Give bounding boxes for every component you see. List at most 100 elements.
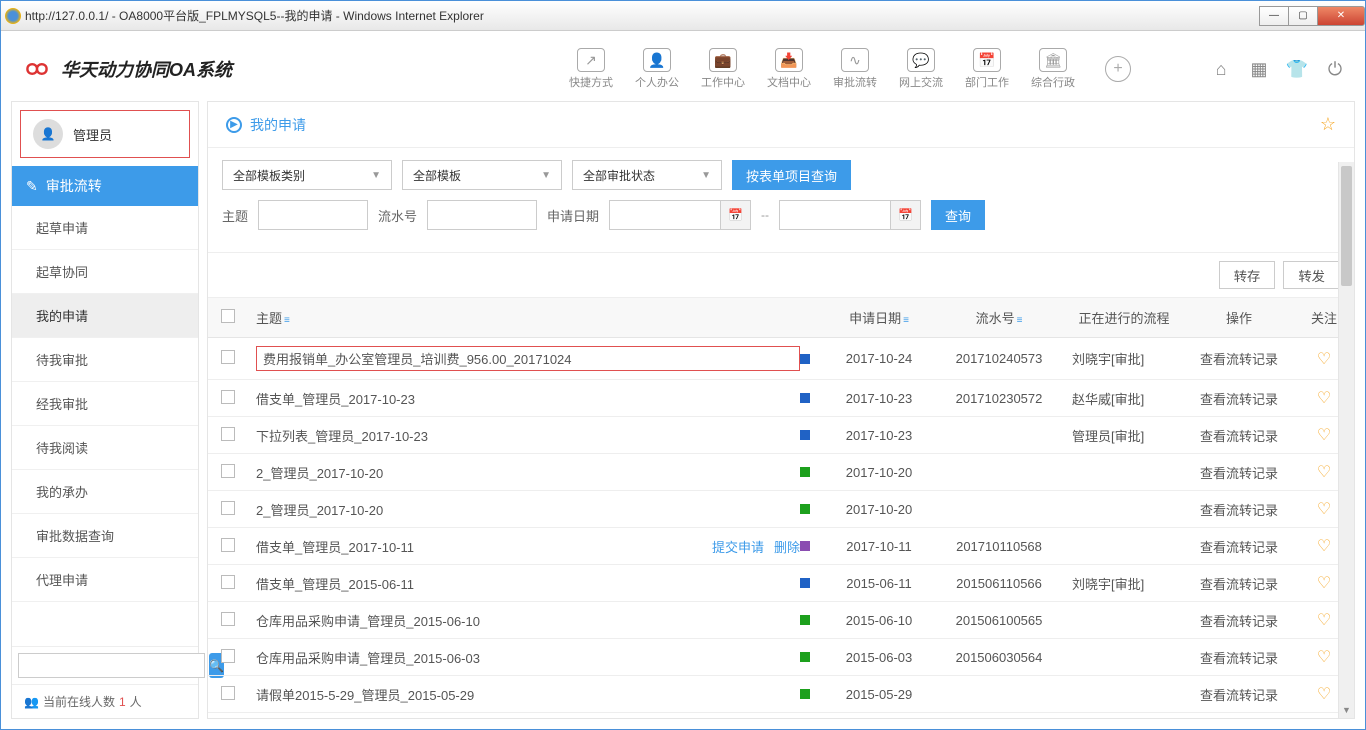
- calendar-icon[interactable]: 📅: [720, 201, 750, 229]
- serial-input[interactable]: [427, 200, 537, 230]
- date-to-input[interactable]: [780, 201, 890, 229]
- approve-status-dropdown[interactable]: 全部审批状态 ▼: [572, 160, 722, 190]
- sidebar-section-header: ✎ 审批流转: [12, 166, 198, 206]
- heart-icon[interactable]: ♡: [1317, 427, 1331, 444]
- user-card[interactable]: 👤 管理员: [20, 110, 190, 158]
- apps-icon[interactable]: ▦: [1249, 59, 1269, 79]
- sidebar-item-3[interactable]: 待我审批: [12, 338, 198, 382]
- subject-link[interactable]: 仓库用品采购申请_管理员_2015-06-03: [256, 648, 800, 667]
- cell-serial: 201710110568: [934, 528, 1064, 565]
- search-button[interactable]: 查询: [931, 200, 985, 230]
- view-history-link[interactable]: 查看流转记录: [1200, 466, 1278, 481]
- nav-item-7[interactable]: 🏛综合行政: [1031, 48, 1075, 90]
- sort-icon[interactable]: ≡: [1017, 315, 1023, 326]
- row-checkbox[interactable]: [221, 427, 235, 441]
- sidebar-item-7[interactable]: 审批数据查询: [12, 514, 198, 558]
- heart-icon[interactable]: ♡: [1317, 464, 1331, 481]
- row-checkbox[interactable]: [221, 575, 235, 589]
- heart-icon[interactable]: ♡: [1317, 575, 1331, 592]
- view-history-link[interactable]: 查看流转记录: [1200, 540, 1278, 555]
- subject-link[interactable]: 2_管理员_2017-10-20: [256, 500, 800, 519]
- view-history-link[interactable]: 查看流转记录: [1200, 651, 1278, 666]
- forward-button[interactable]: 转发: [1283, 261, 1340, 289]
- row-checkbox[interactable]: [221, 649, 235, 663]
- date-from-input[interactable]: [610, 201, 720, 229]
- view-history-link[interactable]: 查看流转记录: [1200, 392, 1278, 407]
- view-history-link[interactable]: 查看流转记录: [1200, 352, 1278, 367]
- sidebar-item-8[interactable]: 代理申请: [12, 558, 198, 602]
- view-history-link[interactable]: 查看流转记录: [1200, 614, 1278, 629]
- row-checkbox[interactable]: [221, 612, 235, 626]
- delete-link[interactable]: 删除: [774, 537, 800, 556]
- topic-input[interactable]: [258, 200, 368, 230]
- view-history-link[interactable]: 查看流转记录: [1200, 577, 1278, 592]
- sidebar-item-4[interactable]: 经我审批: [12, 382, 198, 426]
- row-checkbox[interactable]: [221, 538, 235, 552]
- scrollbar[interactable]: ▲ ▼: [1338, 162, 1354, 718]
- col-date[interactable]: 申请日期: [849, 311, 901, 326]
- subject-link[interactable]: 请假单2015-5-29_管理员_2015-05-29: [256, 685, 800, 704]
- heart-icon[interactable]: ♡: [1317, 351, 1331, 368]
- close-button[interactable]: ✕: [1317, 6, 1365, 26]
- select-all-checkbox[interactable]: [221, 309, 235, 323]
- nav-item-6[interactable]: 📅部门工作: [965, 48, 1009, 90]
- row-checkbox[interactable]: [221, 686, 235, 700]
- heart-icon[interactable]: ♡: [1317, 649, 1331, 666]
- heart-icon[interactable]: ♡: [1317, 686, 1331, 703]
- subject-link[interactable]: 仓库用品采购申请_管理员_2015-06-10: [256, 611, 800, 630]
- heart-icon[interactable]: ♡: [1317, 390, 1331, 407]
- row-checkbox[interactable]: [221, 464, 235, 478]
- sidebar-item-0[interactable]: 起草申请: [12, 206, 198, 250]
- col-serial[interactable]: 流水号: [976, 311, 1015, 326]
- nav-item-1[interactable]: 👤个人办公: [635, 48, 679, 90]
- favorite-icon[interactable]: ☆: [1320, 114, 1336, 135]
- heart-icon[interactable]: ♡: [1317, 501, 1331, 518]
- nav-item-4[interactable]: ∿审批流转: [833, 48, 877, 90]
- minimize-button[interactable]: —: [1259, 6, 1289, 26]
- sidebar-item-1[interactable]: 起草协同: [12, 250, 198, 294]
- calendar-icon[interactable]: 📅: [890, 201, 920, 229]
- sidebar-item-6[interactable]: 我的承办: [12, 470, 198, 514]
- view-history-link[interactable]: 查看流转记录: [1200, 429, 1278, 444]
- resave-button[interactable]: 转存: [1219, 261, 1276, 289]
- nav-item-2[interactable]: 💼工作中心: [701, 48, 745, 90]
- brand-name: 华天动力协同OA系统: [61, 56, 232, 82]
- subject-link[interactable]: 借支单_管理员_2015-06-11: [256, 574, 800, 593]
- scroll-down-icon[interactable]: ▼: [1339, 702, 1354, 718]
- sidebar-item-5[interactable]: 待我阅读: [12, 426, 198, 470]
- status-indicator: [800, 541, 810, 551]
- sort-icon[interactable]: ≡: [284, 315, 290, 326]
- subject-link[interactable]: 借支单_管理员_2017-10-23: [256, 389, 800, 408]
- nav-item-0[interactable]: ↗快捷方式: [569, 48, 613, 90]
- table-row: 下拉列表_管理员_2017-10-232017-10-23管理员[审批]查看流转…: [208, 417, 1354, 454]
- subject-link[interactable]: 下拉列表_管理员_2017-10-23: [256, 426, 800, 445]
- subject-link[interactable]: 借支单_管理员_2017-10-11: [256, 537, 702, 556]
- subject-link[interactable]: 2_管理员_2017-10-20: [256, 463, 800, 482]
- view-history-link[interactable]: 查看流转记录: [1200, 688, 1278, 703]
- col-subject[interactable]: 主题: [256, 311, 282, 326]
- add-nav-button[interactable]: +: [1105, 56, 1131, 82]
- template-dropdown[interactable]: 全部模板 ▼: [402, 160, 562, 190]
- nav-item-5[interactable]: 💬网上交流: [899, 48, 943, 90]
- heart-icon[interactable]: ♡: [1317, 538, 1331, 555]
- query-by-form-button[interactable]: 按表单项目查询: [732, 160, 851, 190]
- home-icon[interactable]: ⌂: [1211, 59, 1231, 79]
- submit-link[interactable]: 提交申请: [712, 537, 764, 556]
- row-checkbox[interactable]: [221, 390, 235, 404]
- sort-icon[interactable]: ≡: [903, 315, 909, 326]
- sidebar-item-2[interactable]: 我的申请: [12, 294, 198, 338]
- theme-icon[interactable]: 👕: [1287, 59, 1307, 79]
- template-category-dropdown[interactable]: 全部模板类别 ▼: [222, 160, 392, 190]
- nav-item-3[interactable]: 📥文档中心: [767, 48, 811, 90]
- maximize-button[interactable]: ▢: [1288, 6, 1318, 26]
- subject-link[interactable]: 费用报销单_办公室管理员_培训费_956.00_20171024: [256, 346, 800, 371]
- power-icon[interactable]: ⏻: [1325, 59, 1345, 79]
- scrollbar-thumb[interactable]: [1341, 166, 1352, 286]
- view-history-link[interactable]: 查看流转记录: [1200, 503, 1278, 518]
- cell-date: 2015-05-29: [824, 676, 934, 713]
- cell-process: 管理员[审批]: [1064, 417, 1184, 454]
- row-checkbox[interactable]: [221, 350, 235, 364]
- row-checkbox[interactable]: [221, 501, 235, 515]
- sidebar-search-input[interactable]: [18, 653, 205, 678]
- heart-icon[interactable]: ♡: [1317, 612, 1331, 629]
